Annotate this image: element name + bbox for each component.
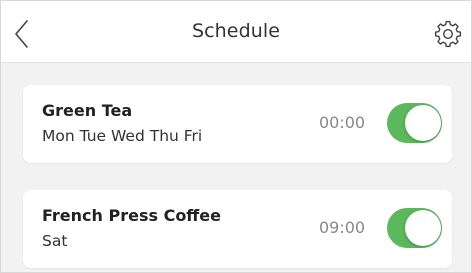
gear-icon (434, 20, 462, 48)
schedule-toggle[interactable] (387, 101, 442, 146)
schedule-name: French Press Coffee (42, 206, 221, 225)
toggle-knob (405, 105, 441, 141)
header-bar: Schedule (1, 1, 471, 63)
schedule-card[interactable]: Green Tea Mon Tue Wed Thu Fri 00:00 (23, 85, 452, 163)
schedule-card[interactable]: French Press Coffee Sat 09:00 (23, 190, 452, 268)
toggle-knob (405, 210, 441, 246)
schedule-time: 00:00 (319, 113, 366, 132)
schedule-time: 09:00 (319, 218, 366, 237)
page-title: Schedule (191, 20, 281, 42)
schedule-days: Mon Tue Wed Thu Fri (42, 127, 203, 145)
schedule-toggle[interactable] (387, 206, 442, 251)
schedule-screen: Schedule Green Tea Mon Tue Wed Thu Fri 0… (0, 0, 472, 273)
schedule-name: Green Tea (42, 101, 133, 120)
schedule-days: Sat (42, 232, 68, 250)
settings-button[interactable] (433, 19, 463, 49)
